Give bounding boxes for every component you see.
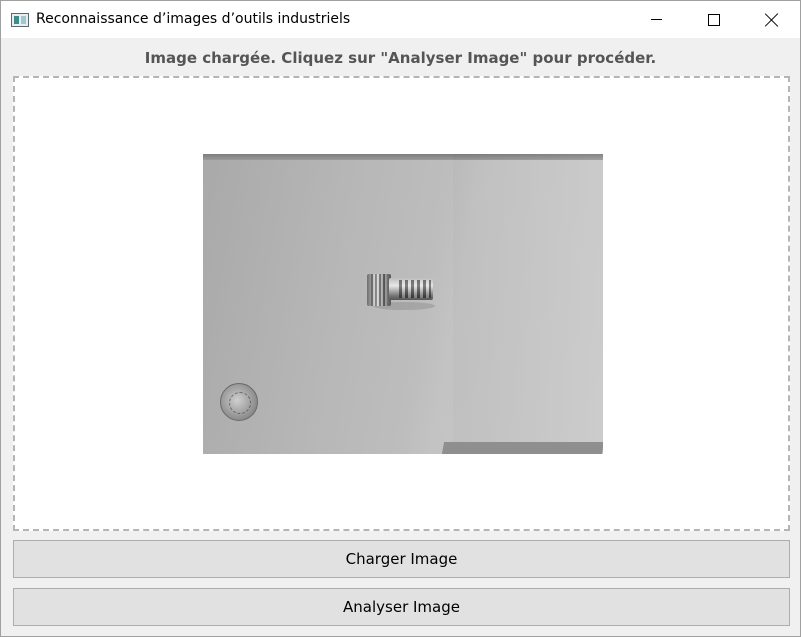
coin-reference xyxy=(220,383,258,421)
close-button[interactable] xyxy=(743,1,801,38)
window-title: Reconnaissance d’images d’outils industr… xyxy=(36,11,351,27)
minimize-button[interactable] xyxy=(627,1,685,38)
fitting-hex-part xyxy=(367,274,391,306)
main-window: Reconnaissance d’images d’outils industr… xyxy=(0,0,801,637)
app-icon xyxy=(11,13,29,27)
maximize-button[interactable] xyxy=(685,1,743,38)
title-bar[interactable]: Reconnaissance d’images d’outils industr… xyxy=(1,1,800,38)
maximize-icon xyxy=(708,13,720,26)
analyze-image-button[interactable]: Analyser Image xyxy=(13,588,790,626)
minimize-icon xyxy=(650,19,662,20)
load-image-button[interactable]: Charger Image xyxy=(13,540,790,578)
image-drop-area xyxy=(13,76,790,531)
status-message: Image chargée. Cliquez sur "Analyser Ima… xyxy=(144,49,657,67)
loaded-photo xyxy=(203,154,603,454)
close-icon xyxy=(765,13,779,27)
fitting-threaded-part xyxy=(389,278,433,300)
